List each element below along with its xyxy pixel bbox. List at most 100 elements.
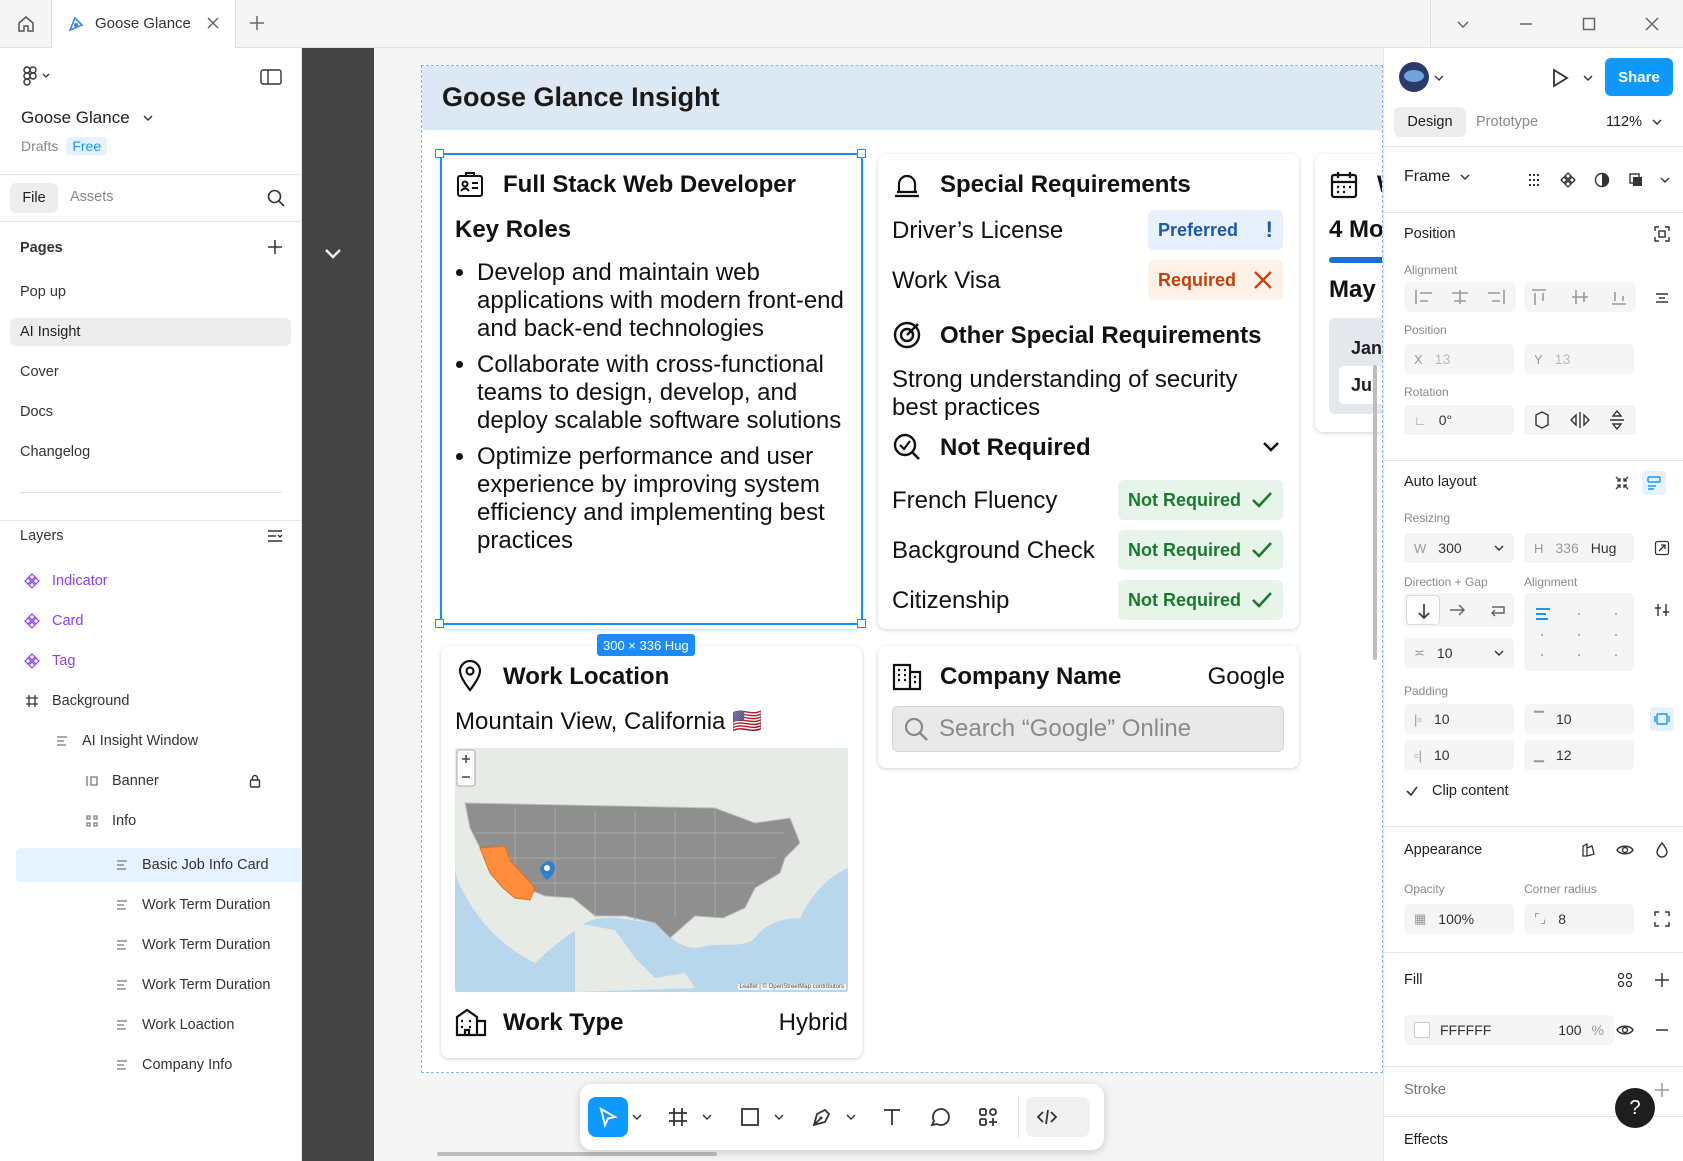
- comment-tool[interactable]: [920, 1097, 960, 1137]
- move-tool[interactable]: [588, 1097, 628, 1137]
- layer-list-icon[interactable]: [266, 527, 284, 545]
- resize-to-fit-icon[interactable]: [1650, 536, 1674, 560]
- add-page-icon[interactable]: [266, 238, 284, 256]
- tab-design[interactable]: Design: [1394, 107, 1466, 137]
- layer-basic-job-info-card[interactable]: Basic Job Info Card: [112, 846, 269, 884]
- grid-dots-icon[interactable]: [1522, 168, 1546, 192]
- y-position-field[interactable]: Y 13: [1524, 344, 1634, 374]
- location-map[interactable]: Leaflet | © OpenStreetMap contributors: [455, 748, 848, 992]
- padding-bottom-field[interactable]: ▁ 12: [1524, 740, 1634, 770]
- text-tool[interactable]: [872, 1097, 912, 1137]
- figma-logo-icon[interactable]: [22, 66, 52, 86]
- styles-icon[interactable]: [1576, 838, 1600, 862]
- banner[interactable]: Goose Glance Insight: [422, 66, 1382, 130]
- resize-handle[interactable]: [435, 619, 444, 628]
- chevron-down-icon[interactable]: [322, 246, 344, 262]
- horizontal-align-group[interactable]: [1404, 282, 1516, 312]
- eye-icon[interactable]: [1613, 838, 1637, 862]
- layer-card[interactable]: Card: [22, 602, 83, 640]
- rectangle-tool[interactable]: [730, 1097, 770, 1137]
- width-field[interactable]: W 300: [1404, 533, 1514, 563]
- tab-goose-glance[interactable]: Goose Glance: [52, 0, 236, 48]
- frame-type-menu[interactable]: Frame: [1404, 168, 1470, 186]
- chevron-down-icon[interactable]: [1431, 0, 1494, 48]
- dev-mode-toggle[interactable]: [1026, 1097, 1090, 1137]
- add-stroke-icon[interactable]: [1650, 1078, 1674, 1102]
- auto-layout-icon[interactable]: [1642, 471, 1666, 495]
- play-icon[interactable]: [1549, 67, 1571, 89]
- avatar[interactable]: [1399, 62, 1429, 92]
- page-item-docs[interactable]: Docs: [20, 404, 53, 420]
- page-item-cover[interactable]: Cover: [20, 364, 59, 380]
- file-tab[interactable]: File: [10, 183, 58, 213]
- page-item-changelog[interactable]: Changelog: [20, 444, 90, 460]
- padding-right-field[interactable]: ▫| 10: [1404, 740, 1514, 770]
- chevron-down-icon[interactable]: [846, 1113, 856, 1121]
- actions-tool[interactable]: [968, 1097, 1008, 1137]
- rotate-flip-group[interactable]: [1524, 405, 1636, 435]
- remove-fill-icon[interactable]: [1650, 1018, 1674, 1042]
- close-window-icon[interactable]: [1620, 0, 1683, 48]
- corner-radius-field[interactable]: ⌜⌟ 8: [1524, 904, 1634, 934]
- home-button[interactable]: [0, 0, 52, 48]
- layer-work-location[interactable]: Work Loaction: [112, 1006, 234, 1044]
- chevron-down-icon[interactable]: [632, 1113, 642, 1121]
- resize-handle[interactable]: [857, 149, 866, 158]
- layer-indicator[interactable]: Indicator: [22, 562, 108, 600]
- minimize-icon[interactable]: [1494, 0, 1557, 48]
- distribute-icon[interactable]: [1650, 285, 1674, 309]
- assets-tab[interactable]: Assets: [70, 189, 114, 205]
- layer-work-term-duration-2[interactable]: Work Term Duration: [112, 926, 270, 964]
- rotation-field[interactable]: ∟ 0°: [1404, 405, 1514, 435]
- fill-color-field[interactable]: FFFFFF 100 %: [1404, 1015, 1614, 1045]
- layer-tag[interactable]: Tag: [22, 642, 75, 680]
- frame-tool[interactable]: [658, 1097, 698, 1137]
- chevron-down-icon[interactable]: [1260, 438, 1282, 456]
- color-swatch[interactable]: [1414, 1022, 1430, 1038]
- layer-background[interactable]: Background: [22, 682, 129, 720]
- height-field[interactable]: H 336 Hug: [1524, 533, 1634, 563]
- eye-icon[interactable]: [1613, 1018, 1637, 1042]
- padding-top-field[interactable]: ▔ 10: [1524, 704, 1634, 734]
- individual-padding-icon[interactable]: [1650, 707, 1674, 731]
- canvas-horizontal-scrollbar[interactable]: [437, 1152, 717, 1156]
- new-tab-icon[interactable]: [248, 14, 266, 32]
- company-info-card[interactable]: Company Name Google Search “Google” Onli…: [878, 646, 1299, 768]
- project-name-menu[interactable]: Goose Glance: [21, 108, 154, 128]
- share-button[interactable]: Share: [1605, 58, 1673, 96]
- layer-banner[interactable]: Banner: [82, 762, 262, 800]
- zoom-menu[interactable]: 112%: [1606, 114, 1662, 130]
- padding-left-field[interactable]: |▫ 10: [1404, 704, 1514, 734]
- collapse-layout-icon[interactable]: [1610, 471, 1634, 495]
- chevron-down-icon[interactable]: [1660, 176, 1670, 184]
- chevron-down-icon[interactable]: [774, 1113, 784, 1121]
- mask-icon[interactable]: [1590, 168, 1614, 192]
- layout-settings-icon[interactable]: [1650, 598, 1674, 622]
- maximize-icon[interactable]: [1557, 0, 1620, 48]
- close-tab-icon[interactable]: [204, 14, 222, 32]
- independent-corners-icon[interactable]: [1650, 907, 1674, 931]
- page-item-pop-up[interactable]: Pop up: [20, 284, 66, 300]
- alignment-grid[interactable]: [1524, 593, 1634, 671]
- drop-icon[interactable]: [1650, 838, 1674, 862]
- direction-group[interactable]: [1404, 593, 1514, 627]
- special-requirements-card[interactable]: Special Requirements Driver’s License Pr…: [878, 154, 1299, 629]
- chevron-down-icon[interactable]: [1434, 74, 1444, 82]
- vertical-align-group[interactable]: [1524, 282, 1636, 312]
- lock-icon[interactable]: [248, 774, 262, 788]
- component-create-icon[interactable]: [1556, 168, 1580, 192]
- page-item-ai-insight[interactable]: AI Insight: [20, 324, 80, 340]
- search-icon[interactable]: [266, 188, 286, 208]
- work-location-card[interactable]: Work Location Mountain View, California …: [441, 646, 862, 1058]
- direction-vertical-button[interactable]: [1406, 595, 1440, 625]
- gap-field[interactable]: ≍ 10: [1404, 638, 1514, 668]
- pen-tool[interactable]: [802, 1097, 842, 1137]
- opacity-field[interactable]: ▦ 100%: [1404, 904, 1514, 934]
- resize-handle[interactable]: [857, 619, 866, 628]
- layer-ai-insight-window[interactable]: AI Insight Window: [52, 722, 198, 760]
- layer-work-term-duration-3[interactable]: Work Term Duration: [112, 966, 270, 1004]
- canvas-vertical-scrollbar[interactable]: [1373, 365, 1377, 660]
- clip-content-checkbox[interactable]: Clip content: [1404, 783, 1509, 799]
- x-position-field[interactable]: X 13: [1404, 344, 1514, 374]
- company-search-box[interactable]: Search “Google” Online: [892, 706, 1284, 752]
